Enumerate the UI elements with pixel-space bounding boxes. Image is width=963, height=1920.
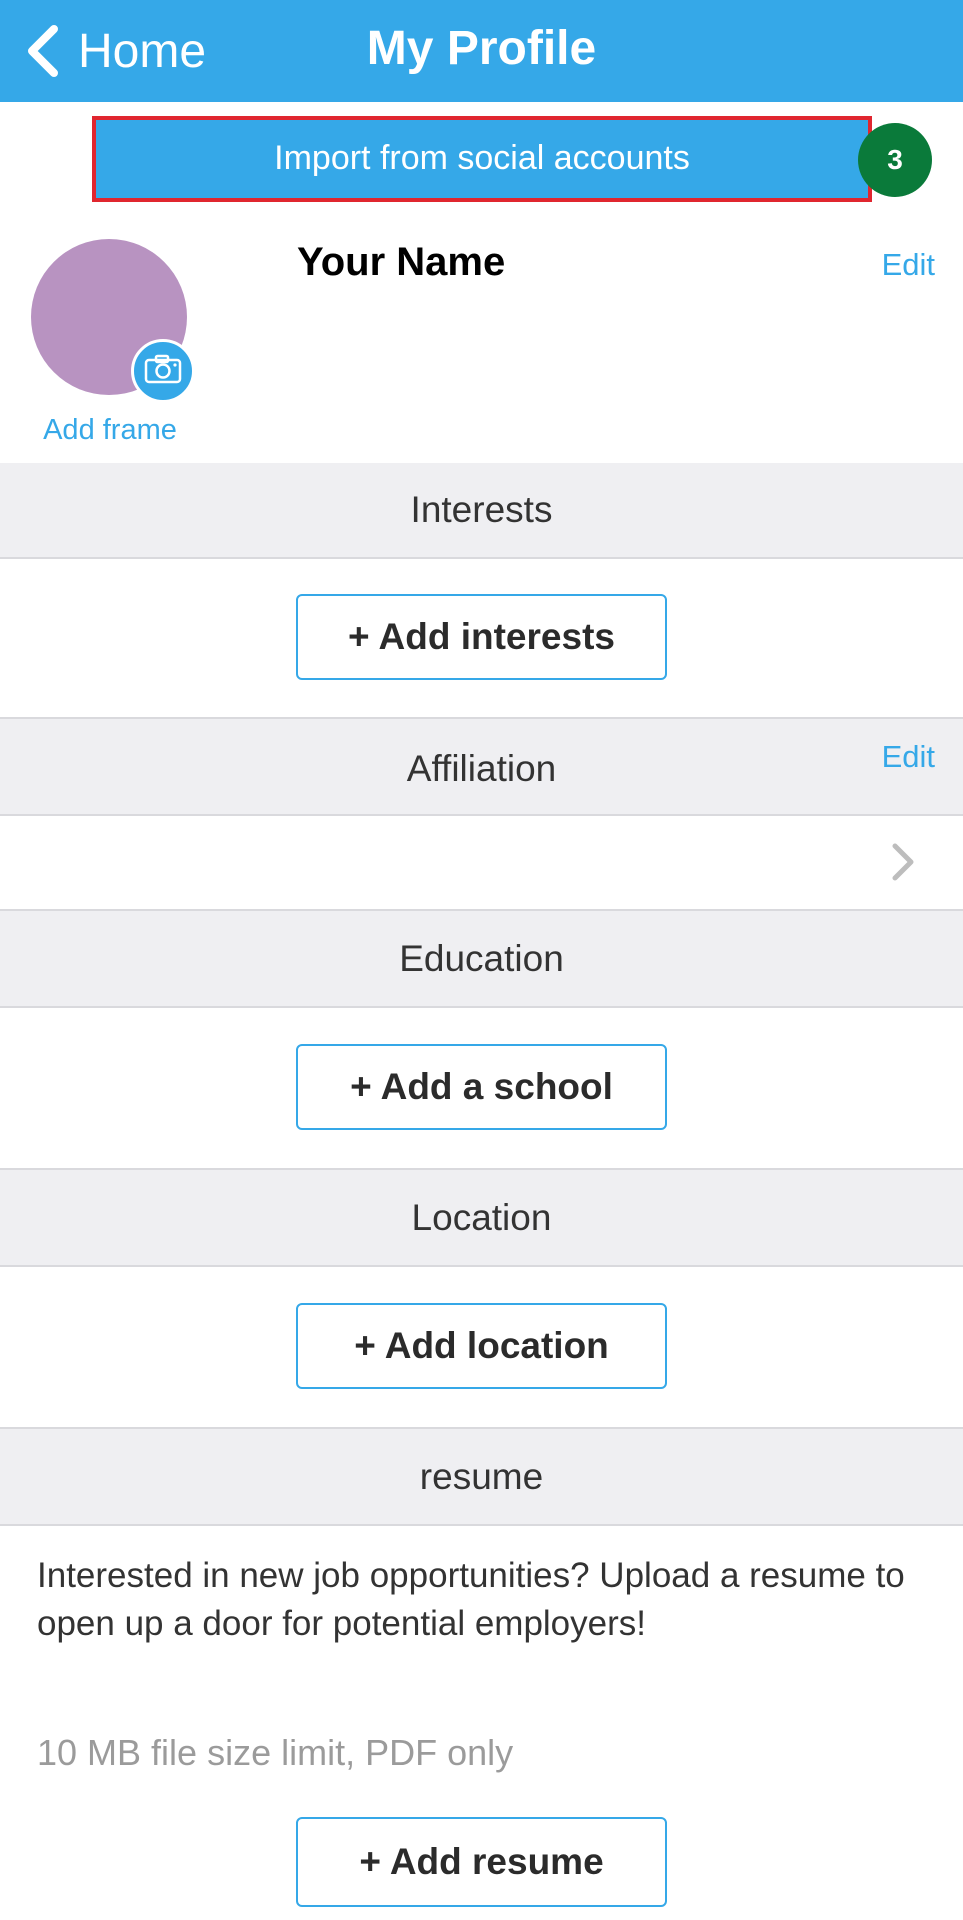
section-title-education: Education [399,938,564,979]
section-title-location: Location [411,1197,552,1238]
step-badge: 3 [858,123,932,197]
section-title-affiliation: Affiliation [406,748,557,789]
camera-icon [144,354,182,389]
section-title-interests: Interests [410,489,553,530]
add-resume-button[interactable]: + Add resume [296,1817,667,1907]
section-header-location: Location [0,1170,963,1267]
add-interests-button[interactable]: + Add interests [296,594,667,680]
resume-file-note: 10 MB file size limit, PDF only [37,1732,514,1773]
section-header-resume: resume [0,1429,963,1526]
affiliation-row[interactable] [0,816,963,911]
section-title-resume: resume [419,1456,544,1497]
resume-description: Interested in new job opportunities? Upl… [37,1556,905,1643]
back-label: Home [78,24,207,78]
section-body-interests: + Add interests [0,559,963,719]
section-header-interests: Interests [0,463,963,559]
chevron-left-icon [26,25,60,77]
chevron-right-icon [891,842,915,887]
nav-bar: My Profile Home [0,0,963,102]
add-school-button[interactable]: + Add a school [296,1044,667,1130]
profile-name: Your Name [297,240,506,284]
change-photo-button[interactable] [131,339,195,403]
section-header-affiliation: Affiliation Edit [0,719,963,816]
edit-name-link[interactable]: Edit [882,247,935,283]
add-location-button[interactable]: + Add location [296,1303,667,1389]
section-header-education: Education [0,911,963,1008]
import-social-button[interactable]: Import from social accounts [92,116,872,202]
edit-affiliation-link[interactable]: Edit [882,737,935,777]
section-body-education: + Add a school [0,1008,963,1170]
add-frame-link[interactable]: Add frame [0,414,220,447]
section-body-location: + Add location [0,1267,963,1429]
back-button[interactable]: Home [26,18,206,84]
